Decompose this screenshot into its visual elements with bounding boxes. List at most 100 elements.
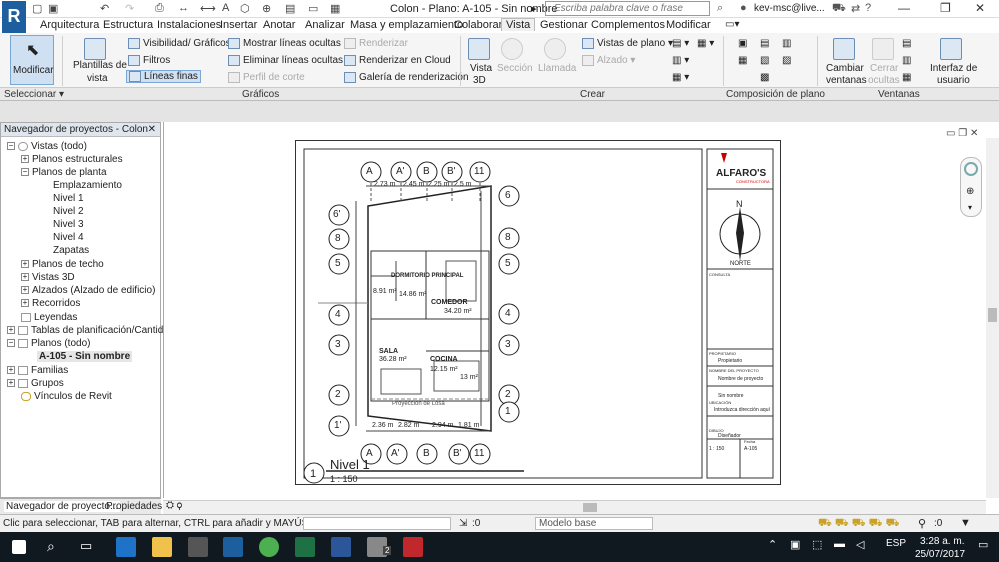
- tab-masa-emplazamiento[interactable]: Masa y emplazamiento: [350, 19, 463, 31]
- vertical-scrollbar[interactable]: [986, 138, 999, 498]
- text-icon[interactable]: A: [222, 2, 229, 14]
- cerrar-label-1[interactable]: Cerrar: [870, 63, 898, 74]
- tree-planos-todo[interactable]: − Planos (todo): [7, 338, 90, 349]
- legends-icon[interactable]: ▥ ▾: [672, 55, 689, 66]
- vertical-scroll-thumb[interactable]: [988, 308, 997, 322]
- callout-icon[interactable]: [544, 38, 566, 60]
- expand-icon[interactable]: +: [7, 326, 15, 335]
- clock-time[interactable]: 3:28 a. m.: [920, 536, 964, 547]
- tab-vista[interactable]: Vista: [501, 18, 536, 31]
- expand-icon[interactable]: +: [21, 260, 29, 269]
- maximize-icon[interactable]: ❐: [940, 1, 951, 15]
- tab-gestionar[interactable]: Gestionar: [540, 19, 588, 31]
- close-icon[interactable]: ✕: [975, 1, 985, 15]
- undo-icon[interactable]: ↶: [100, 2, 109, 15]
- tree-nivel-4[interactable]: Nivel 4: [53, 232, 84, 243]
- help-icon[interactable]: ?: [865, 2, 871, 14]
- tree-planos-planta[interactable]: − Planos de planta: [21, 167, 107, 178]
- zoom-dropdown-icon[interactable]: ▾: [968, 203, 972, 212]
- view-templates-icon[interactable]: [84, 38, 106, 60]
- viewports-icon[interactable]: ▩: [760, 72, 769, 83]
- expand-icon[interactable]: +: [21, 286, 29, 295]
- selection-count-icon[interactable]: ⇲: [459, 518, 467, 529]
- sheet-icon[interactable]: ▣: [738, 38, 747, 49]
- view-window-controls[interactable]: ▭ ❐ ✕: [946, 128, 978, 139]
- tree-nivel-1[interactable]: Nivel 1: [53, 193, 84, 204]
- language-indicator[interactable]: ESP: [886, 538, 906, 549]
- task-view-icon[interactable]: ▭: [80, 538, 92, 554]
- store-icon[interactable]: [188, 537, 208, 557]
- 3d-view-cube-icon[interactable]: [468, 38, 490, 60]
- tab-modificar[interactable]: Modificar: [666, 19, 711, 31]
- filters-button[interactable]: Filtros: [128, 55, 170, 66]
- view-title[interactable]: Nivel 1: [330, 457, 370, 472]
- tree-grupos[interactable]: + Grupos: [7, 378, 64, 389]
- tile-icon[interactable]: ▦: [902, 72, 911, 83]
- save-icon[interactable]: ▣: [48, 2, 58, 15]
- seccion-label[interactable]: Sección: [497, 63, 533, 74]
- tab-insertar[interactable]: Insertar: [220, 19, 257, 31]
- tab-properties[interactable]: Propiedades: [106, 501, 162, 512]
- tree-planos-techo[interactable]: + Planos de techo: [21, 259, 104, 270]
- ribbon-options-icon[interactable]: ▭▾: [725, 19, 739, 30]
- workset-dropdown[interactable]: [303, 517, 451, 530]
- battery-icon[interactable]: ▬: [834, 538, 845, 550]
- title-block-icon[interactable]: ▤: [760, 38, 769, 49]
- clock-date[interactable]: 25/07/2017: [915, 549, 965, 560]
- expand-icon[interactable]: +: [7, 366, 15, 375]
- cascade-icon[interactable]: ▥: [902, 55, 911, 66]
- schedules-icon[interactable]: ▦ ▾: [672, 72, 689, 83]
- user-account-name[interactable]: kev-msc@live...: [754, 3, 825, 14]
- render-cloud-button[interactable]: Renderizar en Cloud: [344, 55, 451, 66]
- file-explorer-icon[interactable]: [152, 537, 172, 557]
- design-option-dropdown[interactable]: Modelo base: [535, 517, 653, 530]
- tree-nivel-2[interactable]: Nivel 2: [53, 206, 84, 217]
- notifications-icon[interactable]: ▭: [978, 538, 988, 551]
- expand-icon[interactable]: +: [21, 155, 29, 164]
- close-hidden-icon[interactable]: ▭: [308, 2, 318, 15]
- expand-icon[interactable]: +: [7, 379, 15, 388]
- tray-network-icon[interactable]: ⬚: [812, 538, 822, 551]
- tree-nivel-3[interactable]: Nivel 3: [53, 219, 84, 230]
- print-icon[interactable]: ⎙: [155, 2, 164, 15]
- visibility-graphics-button[interactable]: Visibilidad/ Gráficos: [128, 38, 231, 49]
- tree-recorridos[interactable]: + Recorridos: [21, 298, 80, 309]
- dimension-icon[interactable]: ⟷: [200, 2, 216, 15]
- switch-windows-big-icon[interactable]: [833, 38, 855, 60]
- tree-emplazamiento[interactable]: Emplazamiento: [53, 180, 122, 191]
- cerrar-label-2[interactable]: ocultas: [868, 75, 900, 86]
- panel-seleccionar[interactable]: Seleccionar ▾: [4, 89, 64, 100]
- tree-vinculos[interactable]: Vínculos de Revit: [21, 391, 112, 402]
- drafting-icon[interactable]: ▦ ▾: [697, 38, 714, 49]
- cut-profile-button[interactable]: Perfil de corte: [228, 72, 305, 83]
- select-links-icon[interactable]: ⛟ ⛟ ⛟ ⛟ ⛟: [818, 517, 899, 531]
- collapse-icon[interactable]: −: [7, 142, 15, 151]
- steering-wheel-icon[interactable]: [964, 162, 978, 176]
- elevation-button[interactable]: Alzado ▾: [582, 55, 635, 66]
- modificar-button[interactable]: ⬉ Modificar: [10, 35, 54, 85]
- edge-icon[interactable]: [116, 537, 136, 557]
- collapse-icon[interactable]: −: [21, 168, 29, 177]
- tree-tablas[interactable]: + Tablas de planificación/Cantidad: [7, 325, 174, 336]
- replicate-icon[interactable]: ▤: [902, 38, 911, 49]
- 3d-view-icon[interactable]: ⬡: [240, 2, 250, 15]
- expand-icon[interactable]: +: [21, 299, 29, 308]
- tree-planos-estructurales[interactable]: + Planos estructurales: [21, 154, 123, 165]
- interfaz-label-2[interactable]: usuario: [937, 75, 970, 86]
- exchange-icon[interactable]: ⇄: [851, 2, 860, 15]
- start-icon[interactable]: [12, 540, 26, 554]
- collapse-icon[interactable]: −: [7, 339, 15, 348]
- acrobat-icon[interactable]: [403, 537, 423, 557]
- tab-analizar[interactable]: Analizar: [305, 19, 345, 31]
- revit-logo-button[interactable]: R: [2, 1, 26, 35]
- minimize-icon[interactable]: —: [898, 1, 910, 15]
- remove-hidden-lines-button[interactable]: Eliminar líneas ocultas: [228, 55, 343, 66]
- tab-colaborar[interactable]: Colaborar: [454, 19, 502, 31]
- cambiar-label-2[interactable]: ventanas: [826, 75, 867, 86]
- view-reference-icon[interactable]: ▨: [782, 55, 791, 66]
- llamada-label[interactable]: Llamada: [538, 63, 576, 74]
- tree-vistas-3d[interactable]: + Vistas 3D: [21, 272, 75, 283]
- filter-icon[interactable]: ▼: [960, 517, 971, 529]
- tab-instalaciones[interactable]: Instalaciones: [157, 19, 221, 31]
- cambiar-label-1[interactable]: Cambiar: [826, 63, 864, 74]
